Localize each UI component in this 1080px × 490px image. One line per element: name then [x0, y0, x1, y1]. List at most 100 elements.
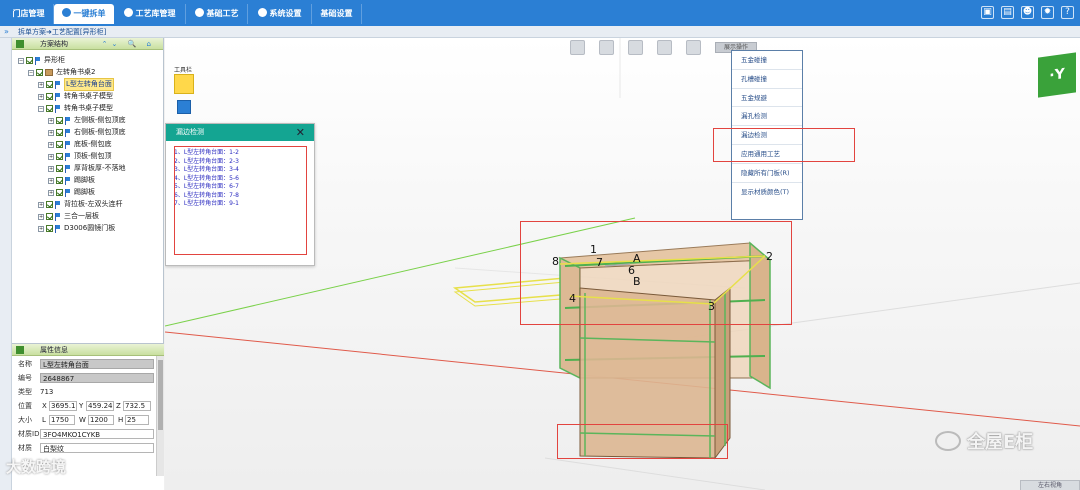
expand-arrow-icon[interactable]: » [4, 26, 9, 38]
window-icon[interactable]: ▣ [981, 6, 994, 19]
tree-node[interactable]: − 异形柜 [18, 55, 65, 66]
expand-icon[interactable]: + [48, 129, 54, 136]
expand-icon[interactable]: + [48, 189, 54, 196]
menu-item-hide-doors[interactable]: 隐藏所有门板(R) [732, 164, 802, 183]
checkbox[interactable] [56, 177, 63, 184]
menu-item-show-material-color[interactable]: 显示材质颜色(T) [732, 183, 802, 202]
collapse-icon[interactable]: − [18, 57, 24, 64]
save-icon[interactable]: ▤ [1001, 6, 1014, 19]
checkbox[interactable] [56, 141, 63, 148]
corner-view-button[interactable]: 左右视角 [1020, 480, 1080, 490]
tree-node[interactable]: − 转角书桌子模型 [38, 103, 113, 114]
tab-craft-library[interactable]: 工艺库管理 [114, 4, 186, 24]
properties-panel-header: 属性信息 [12, 344, 164, 356]
collapse-icon[interactable]: − [38, 105, 44, 112]
tree-node-selected[interactable]: + L型左转角台面 [38, 78, 114, 91]
top-tab-bar: 门店管理 一键拆单 工艺库管理 基础工艺 系统设置 基础设置 ▣ ▤ ☻ ✹ ? [0, 0, 1080, 26]
size-w-field[interactable]: 1200 [88, 415, 114, 425]
tree-node[interactable]: + 三合一层板 [38, 211, 99, 222]
tab-basic-settings[interactable]: 基础设置 [312, 4, 362, 24]
tree-node[interactable]: + 踢脚板 [48, 187, 95, 198]
checkbox[interactable] [56, 117, 63, 124]
expand-icon[interactable]: + [48, 117, 54, 124]
user-icon[interactable]: ☻ [1021, 6, 1034, 19]
material-field[interactable]: 白梨纹 [40, 443, 154, 453]
cabinet-icon [45, 69, 53, 76]
breadcrumb: 拆单方案➜工艺配置[异形柜] [18, 28, 107, 36]
checkbox[interactable] [56, 153, 63, 160]
flag-icon [65, 176, 71, 185]
point-label-b: B [633, 275, 641, 288]
menu-item-hardware-collision[interactable]: 五金碰撞 [732, 51, 802, 70]
tree-node[interactable]: + 顶板-侧包顶 [48, 151, 112, 162]
checkbox[interactable] [46, 105, 53, 112]
name-field[interactable]: L型左转角台面 [40, 359, 154, 369]
checkbox[interactable] [46, 81, 53, 88]
tree-node[interactable]: + 厚背板厚-不落地 [48, 163, 126, 174]
tree-node[interactable]: + 背拉板-左双头连杆 [38, 199, 123, 210]
prop-row-name: 名称 L型左转角台面 [12, 358, 162, 370]
checkbox[interactable] [26, 57, 33, 64]
tree-node[interactable]: + 左侧板-侧包顶底 [48, 115, 126, 126]
expand-icon[interactable]: + [48, 177, 54, 184]
flag-icon [65, 140, 71, 149]
scrollbar-thumb[interactable] [158, 360, 163, 430]
scheme-tree: − 异形柜 − 左转角书桌2 + L型左转角台面 + 转角书桌子模型 − 转角书桌子模型 … [12, 50, 163, 343]
scheme-panel-title: 方案结构 [40, 40, 68, 48]
tree-node[interactable]: − 左转角书桌2 [28, 67, 95, 78]
checkbox[interactable] [46, 225, 53, 232]
tree-node[interactable]: + 底板-侧包底 [48, 139, 112, 150]
dialog-title: 漏边检测 [176, 128, 204, 136]
material-id-field[interactable]: 3FO4MKO1CYKB [40, 429, 154, 439]
expand-icon[interactable]: + [48, 153, 54, 160]
position-x-field[interactable]: 3695.1 [49, 401, 77, 411]
tree-node[interactable]: + 右侧板-侧包顶底 [48, 127, 126, 138]
tab-one-click-split[interactable]: 一键拆单 [54, 4, 114, 24]
expand-icon[interactable]: + [38, 225, 44, 232]
checkbox[interactable] [36, 69, 43, 76]
help-icon[interactable]: ? [1061, 6, 1074, 19]
expand-icon[interactable]: + [38, 93, 44, 100]
prop-row-position: 位置 X 3695.1 Y 459.24 Z 732.5 [12, 400, 162, 412]
size-h-field[interactable]: 25 [125, 415, 149, 425]
menu-item-missing-hole-check[interactable]: 漏孔检测 [732, 107, 802, 127]
collapse-icon[interactable]: − [28, 69, 34, 76]
wechat-icon [935, 431, 961, 451]
tab-system-settings[interactable]: 系统设置 [248, 4, 312, 24]
properties-scrollbar[interactable] [156, 356, 164, 476]
size-l-field[interactable]: 1750 [49, 415, 75, 425]
expand-icon[interactable]: + [48, 165, 54, 172]
close-icon[interactable]: ✕ [296, 124, 305, 141]
code-field[interactable]: 2648867 [40, 373, 154, 383]
point-label-a: A [633, 252, 641, 265]
expand-icon[interactable]: + [38, 213, 44, 220]
topbar-actions: ▣ ▤ ☻ ✹ ? [981, 6, 1074, 19]
checkbox[interactable] [56, 189, 63, 196]
point-label-3: 3 [708, 300, 715, 313]
scheme-panel-tools[interactable]: ⌃⌄ 🔍 ⌂ [102, 38, 155, 50]
dialog-header: 漏边检测 ✕ [166, 124, 314, 141]
checkbox[interactable] [56, 129, 63, 136]
expand-icon[interactable]: + [38, 201, 44, 208]
tab-basic-craft[interactable]: 基础工艺 [186, 4, 248, 24]
checkbox[interactable] [46, 93, 53, 100]
tree-node[interactable]: + 踢脚板 [48, 175, 95, 186]
flag-icon [55, 104, 61, 113]
menu-item-hole-collision[interactable]: 孔槽碰撞 [732, 70, 802, 89]
tree-node[interactable]: + D3006圆镜门板 [38, 223, 115, 234]
expand-icon[interactable]: + [38, 81, 44, 88]
tree-node[interactable]: + 转角书桌子模型 [38, 91, 113, 102]
checkbox[interactable] [46, 201, 53, 208]
expand-icon[interactable]: + [48, 141, 54, 148]
position-y-field[interactable]: 459.24 [86, 401, 114, 411]
checkbox[interactable] [46, 213, 53, 220]
menu-item-hardware-avoid[interactable]: 五金规避 [732, 89, 802, 108]
list-icon [16, 40, 24, 48]
position-z-field[interactable]: 732.5 [123, 401, 151, 411]
checkbox[interactable] [56, 165, 63, 172]
point-label-7: 7 [596, 256, 603, 269]
flag-icon [55, 200, 61, 209]
gear-icon[interactable]: ✹ [1041, 6, 1054, 19]
3d-viewport[interactable]: 展示操作 工具栏 1 2 3 4 6 7 8 A B 漏边检测 ✕ 1、L型左转… [165, 38, 1080, 490]
tab-store-management[interactable]: 门店管理 [4, 4, 54, 24]
